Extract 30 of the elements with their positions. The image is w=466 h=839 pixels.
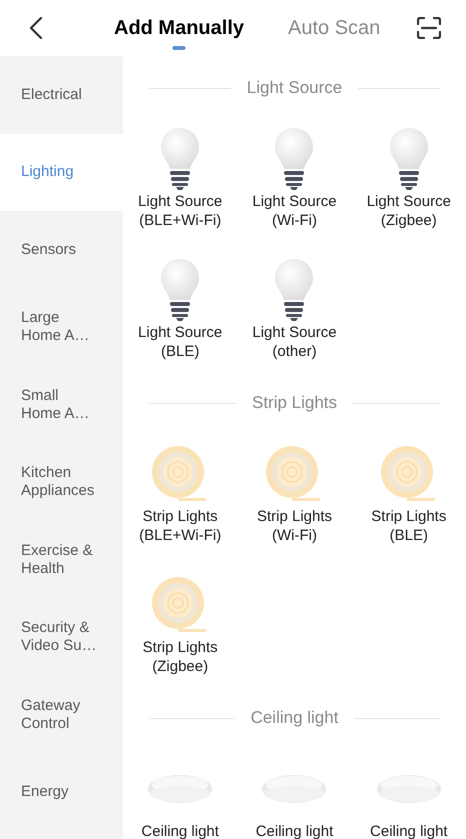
sidebar-item[interactable]: Gateway Control bbox=[0, 676, 123, 754]
tab[interactable]: Add Manually bbox=[114, 15, 244, 41]
device-item[interactable]: Ceiling light bbox=[123, 739, 238, 839]
sidebar-item[interactable]: Large Home A… bbox=[0, 288, 123, 366]
sidebar-item[interactable]: Exercise & Health bbox=[0, 521, 123, 598]
device-item[interactable]: Light Source (other) bbox=[237, 240, 352, 371]
sidebar-item[interactable]: Kitchen Appliances bbox=[0, 444, 123, 521]
scan-button[interactable] bbox=[416, 15, 442, 41]
sidebar-item[interactable]: Energy bbox=[0, 754, 123, 831]
section-title: Strip Lights bbox=[252, 392, 338, 414]
device-item[interactable]: Strip Lights (BLE) bbox=[352, 424, 466, 555]
device-item[interactable]: Light Source (Zigbee) bbox=[352, 109, 466, 240]
device-item[interactable]: Light Source (Wi-Fi) bbox=[237, 109, 352, 240]
device-item[interactable]: Strip Lights (Zigbee) bbox=[123, 555, 238, 686]
sidebar-item[interactable]: Security & Video Su… bbox=[0, 598, 123, 676]
sidebar-item[interactable]: Lighting bbox=[0, 134, 123, 211]
section-title: Ceiling light bbox=[250, 707, 338, 730]
back-icon bbox=[29, 16, 43, 40]
scan-icon bbox=[417, 17, 441, 39]
device-item[interactable]: Ceiling light bbox=[237, 739, 352, 839]
device-item[interactable]: Light Source (BLE) bbox=[123, 240, 238, 371]
device-item[interactable]: Strip Lights (Wi-Fi) bbox=[237, 424, 352, 555]
device-item[interactable]: Light Source (BLE+Wi-Fi) bbox=[123, 109, 238, 240]
tab-indicator bbox=[172, 46, 186, 50]
device-item[interactable]: Strip Lights (BLE+Wi-Fi) bbox=[123, 424, 238, 555]
device-item[interactable]: Ceiling light bbox=[352, 739, 466, 839]
sidebar-item[interactable]: Small Home A… bbox=[0, 366, 123, 444]
sidebar-item[interactable]: Electrical bbox=[0, 56, 123, 134]
sidebar-item[interactable]: Sensors bbox=[0, 211, 123, 288]
section-title: Light Source bbox=[246, 77, 342, 100]
